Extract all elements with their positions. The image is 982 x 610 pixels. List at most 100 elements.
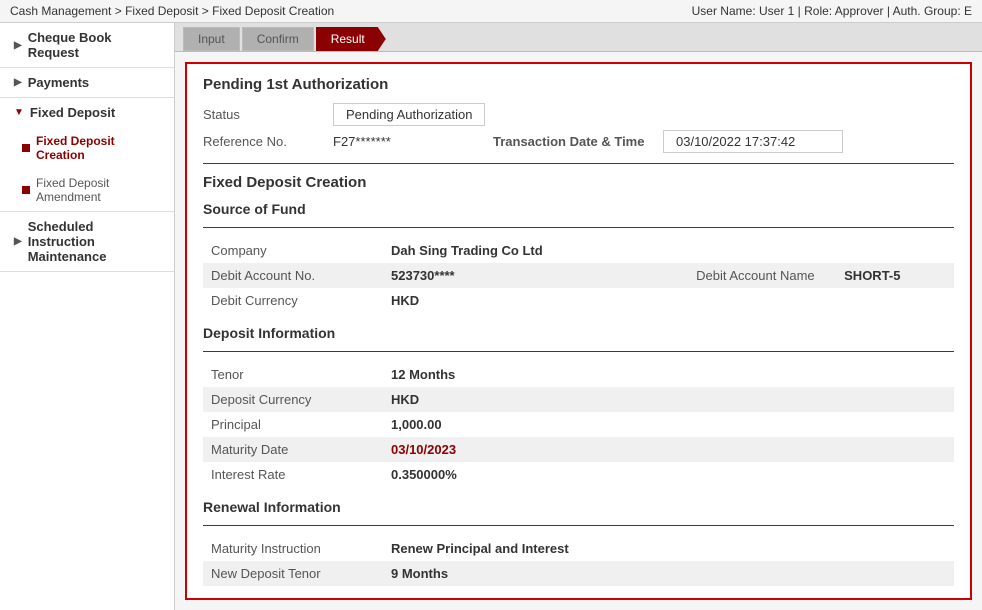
- cell-value2: SHORT-5: [836, 263, 954, 288]
- chevron-right-icon-3: ▶: [14, 236, 22, 247]
- bullet-icon: [22, 144, 30, 152]
- cell-value2: [836, 238, 954, 263]
- cell-label: Deposit Currency: [203, 387, 383, 412]
- divider-3: [203, 351, 954, 352]
- cell-label2: [656, 288, 836, 313]
- ref-label: Reference No.: [203, 134, 333, 149]
- cell-empty: [873, 536, 913, 561]
- chevron-right-icon-2: ▶: [14, 77, 22, 88]
- cell-label2: Debit Account Name: [656, 263, 836, 288]
- cell-label: Interest Rate: [203, 462, 383, 487]
- cell-label: Debit Account No.: [203, 263, 383, 288]
- deposit-table: Tenor 12 Months Deposit Currency HKD Pri…: [203, 362, 954, 487]
- cell-label: Company: [203, 238, 383, 263]
- bullet-icon-2: [22, 186, 30, 194]
- tab-input[interactable]: Input: [183, 27, 240, 51]
- app-container: Cash Management > Fixed Deposit > Fixed …: [0, 0, 982, 610]
- cell-value: 523730****: [383, 263, 656, 288]
- deposit-info-title: Deposit Information: [203, 325, 954, 341]
- table-row: Debit Account No. 523730**** Debit Accou…: [203, 263, 954, 288]
- cell-value: 0.350000%: [383, 462, 793, 487]
- result-panel: Pending 1st Authorization Status Pending…: [185, 62, 972, 600]
- tab-result[interactable]: Result: [316, 27, 386, 51]
- main-layout: ▶ Cheque Book Request ▶ Payments ▼ Fixed…: [0, 23, 982, 610]
- cell-label: Maturity Instruction: [203, 536, 383, 561]
- sidebar-item-label-payments: Payments: [28, 75, 89, 90]
- user-info: User Name: User 1 | Role: Approver | Aut…: [692, 4, 972, 18]
- sidebar-item-cheque[interactable]: ▶ Cheque Book Request: [0, 23, 174, 67]
- divider-1: [203, 163, 954, 164]
- tab-confirm[interactable]: Confirm: [242, 27, 314, 51]
- renewal-info-title: Renewal Information: [203, 499, 954, 515]
- ref-value: F27*******: [333, 134, 473, 149]
- sidebar: ▶ Cheque Book Request ▶ Payments ▼ Fixed…: [0, 23, 175, 610]
- sidebar-item-label-fd-creation: Fixed Deposit Creation: [36, 134, 164, 162]
- cell-value: 12 Months: [383, 362, 793, 387]
- sidebar-section-payments: ▶ Payments: [0, 68, 174, 98]
- cell-value: 9 Months: [383, 561, 873, 586]
- cell-label: Tenor: [203, 362, 383, 387]
- table-row: Interest Rate 0.350000%: [203, 462, 954, 487]
- cell-value: HKD: [383, 387, 793, 412]
- table-row: New Deposit Tenor 9 Months: [203, 561, 954, 586]
- divider-4: [203, 525, 954, 526]
- cell-value: 1,000.00: [383, 412, 793, 437]
- sidebar-item-label-fd-amendment: Fixed Deposit Amendment: [36, 176, 164, 204]
- sidebar-item-fd-creation[interactable]: Fixed Deposit Creation: [0, 127, 174, 169]
- status-label: Status: [203, 107, 333, 122]
- source-of-fund-title: Source of Fund: [203, 201, 954, 217]
- cell-empty2: [874, 412, 954, 437]
- sidebar-section-scheduled: ▶ Scheduled Instruction Maintenance: [0, 212, 174, 272]
- cell-empty: [793, 462, 873, 487]
- sidebar-item-fd-amendment[interactable]: Fixed Deposit Amendment: [0, 169, 174, 211]
- cell-label: Maturity Date: [203, 437, 383, 462]
- cell-empty: [793, 387, 873, 412]
- cell-label2: [656, 238, 836, 263]
- cell-empty: [793, 412, 873, 437]
- panel-title: Pending 1st Authorization: [203, 76, 954, 93]
- table-row: Maturity Date 03/10/2023: [203, 437, 954, 462]
- cell-empty2: [874, 362, 954, 387]
- table-row: Deposit Currency HKD: [203, 387, 954, 412]
- status-value: Pending Authorization: [333, 103, 485, 126]
- cell-empty2: [914, 561, 954, 586]
- tabs-bar: Input Confirm Result: [175, 23, 982, 52]
- source-table: Company Dah Sing Trading Co Ltd Debit Ac…: [203, 238, 954, 313]
- top-bar: Cash Management > Fixed Deposit > Fixed …: [0, 0, 982, 23]
- cell-empty2: [874, 387, 954, 412]
- sidebar-item-scheduled[interactable]: ▶ Scheduled Instruction Maintenance: [0, 212, 174, 271]
- sidebar-item-label-scheduled: Scheduled Instruction Maintenance: [28, 219, 164, 264]
- chevron-right-icon: ▶: [14, 40, 22, 51]
- sidebar-item-fd[interactable]: ▼ Fixed Deposit: [0, 98, 174, 127]
- cell-empty: [793, 437, 873, 462]
- cell-empty: [793, 362, 873, 387]
- sidebar-item-label: Cheque Book Request: [28, 30, 164, 60]
- breadcrumb: Cash Management > Fixed Deposit > Fixed …: [10, 4, 334, 18]
- content-area: Input Confirm Result Pending 1st Authori…: [175, 23, 982, 610]
- sidebar-section-fd: ▼ Fixed Deposit Fixed Deposit Creation F…: [0, 98, 174, 212]
- main-content: Pending 1st Authorization Status Pending…: [175, 52, 982, 610]
- txn-value: 03/10/2022 17:37:42: [663, 130, 843, 153]
- cell-empty2: [874, 462, 954, 487]
- table-row: Company Dah Sing Trading Co Ltd: [203, 238, 954, 263]
- table-row: Debit Currency HKD: [203, 288, 954, 313]
- cell-value: Dah Sing Trading Co Ltd: [383, 238, 656, 263]
- txn-label: Transaction Date & Time: [493, 134, 663, 149]
- fd-creation-title: Fixed Deposit Creation: [203, 174, 954, 191]
- sidebar-section-cheque: ▶ Cheque Book Request: [0, 23, 174, 68]
- cell-label: Principal: [203, 412, 383, 437]
- cell-empty2: [874, 437, 954, 462]
- sidebar-item-label-fd: Fixed Deposit: [30, 105, 115, 120]
- cell-value2: [836, 288, 954, 313]
- ref-row: Reference No. F27******* Transaction Dat…: [203, 130, 954, 153]
- renewal-table: Maturity Instruction Renew Principal and…: [203, 536, 954, 586]
- table-row: Maturity Instruction Renew Principal and…: [203, 536, 954, 561]
- header-rows: Status Pending Authorization Reference N…: [203, 103, 954, 153]
- sidebar-item-payments[interactable]: ▶ Payments: [0, 68, 174, 97]
- cell-value: HKD: [383, 288, 656, 313]
- status-row: Status Pending Authorization: [203, 103, 954, 126]
- divider-2: [203, 227, 954, 228]
- cell-label: New Deposit Tenor: [203, 561, 383, 586]
- cell-value: 03/10/2023: [383, 437, 793, 462]
- cell-value: Renew Principal and Interest: [383, 536, 873, 561]
